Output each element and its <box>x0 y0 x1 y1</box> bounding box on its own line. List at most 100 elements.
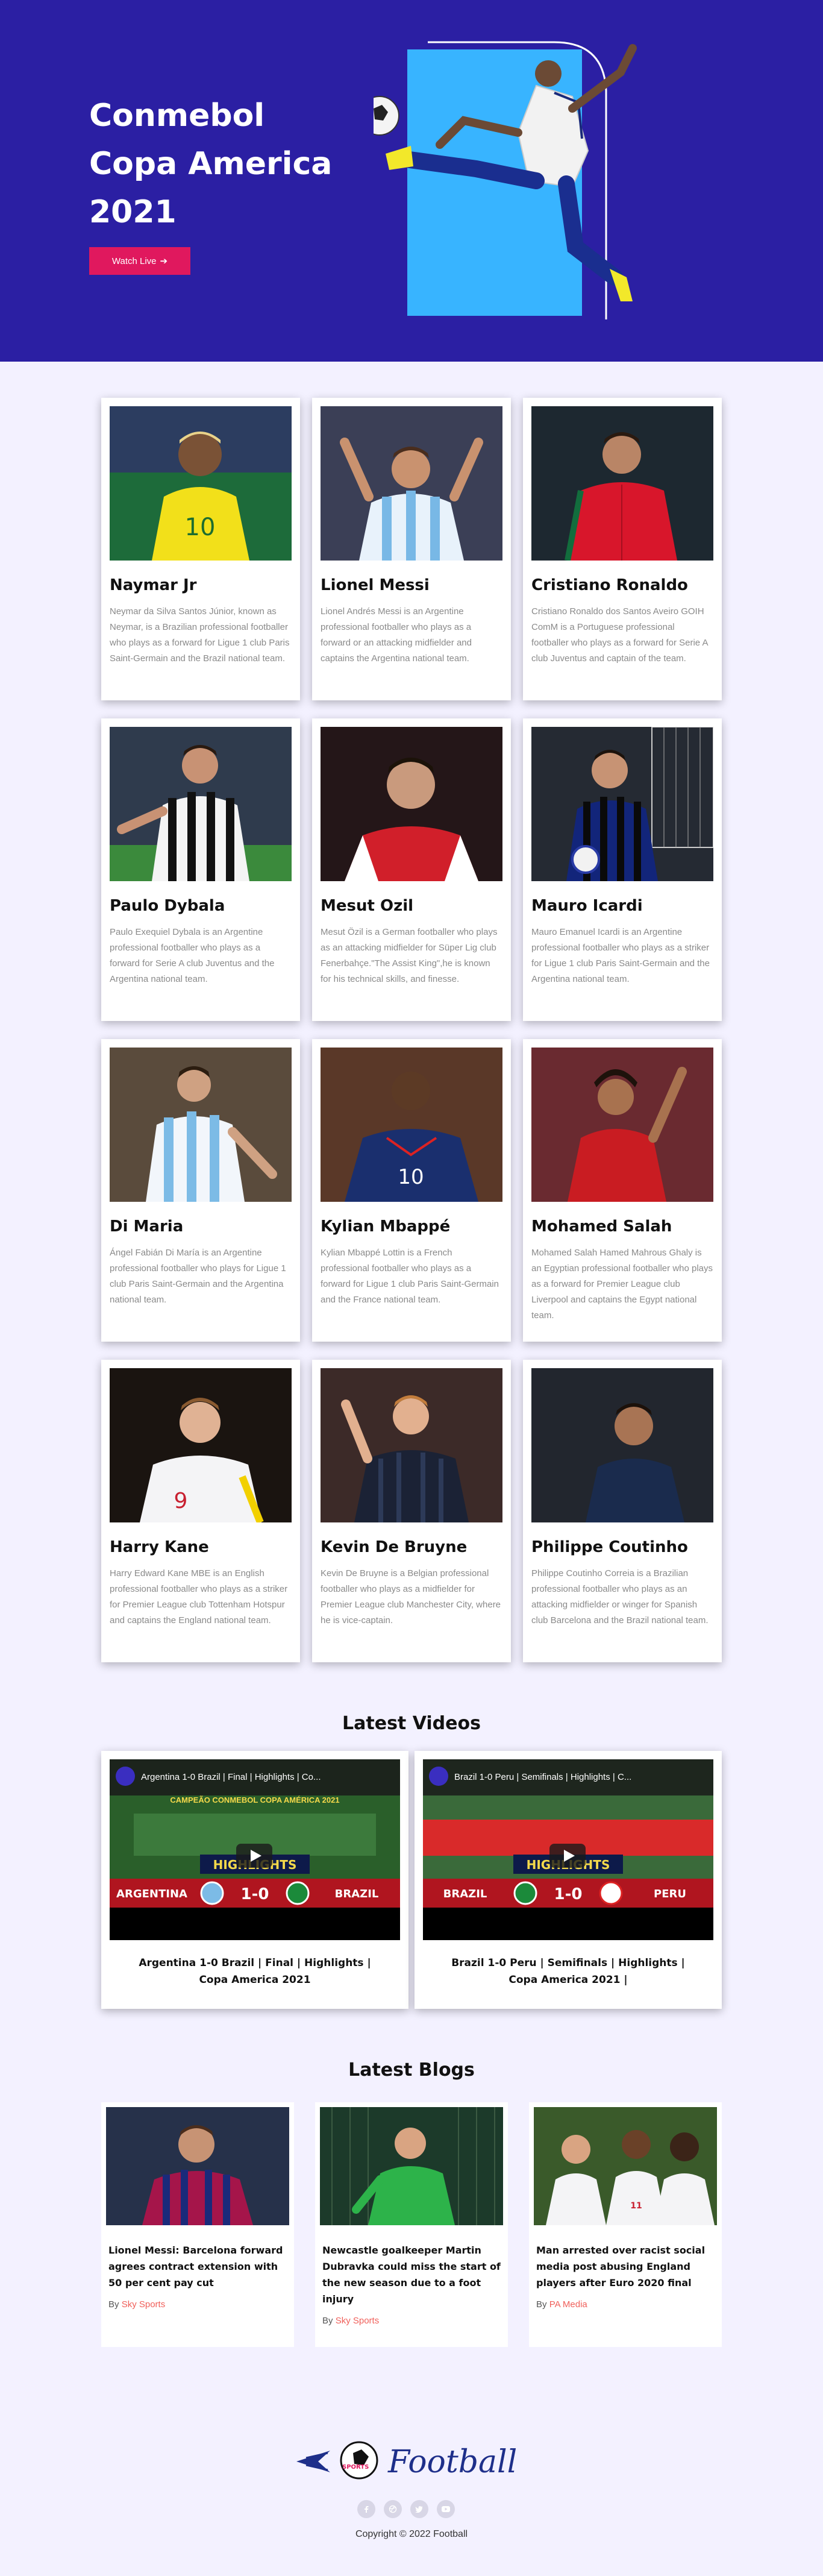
player-card[interactable]: Lionel Messi Lionel Andrés Messi is an A… <box>312 398 511 700</box>
player-card[interactable]: Philippe Coutinho Philippe Coutinho Corr… <box>523 1360 722 1662</box>
player-name: Philippe Coutinho <box>531 1538 688 1556</box>
blogs-grid: Lionel Messi: Barcelona forward agrees c… <box>101 2102 722 2347</box>
blog-by-label: By <box>536 2299 547 2310</box>
player-description: Kylian Mbappé Lottin is a French profess… <box>321 1248 499 1305</box>
social-links <box>357 2500 455 2518</box>
dribbble-icon[interactable] <box>384 2500 402 2518</box>
player-photo <box>531 1368 713 1522</box>
player-photo <box>321 727 502 881</box>
youtube-icon[interactable] <box>437 2500 455 2518</box>
videos-grid: Argentina 1-0 Brazil | Final | Highlight… <box>101 1751 722 2009</box>
video-thumbnail[interactable]: Brazil 1-0 Peru | Semifinals | Highlight… <box>423 1759 713 1940</box>
hero-title-line: Conmebol <box>89 98 265 134</box>
player-card[interactable]: 9 Harry Kane Harry Edward Kane MBE is an… <box>101 1360 300 1662</box>
svg-text:10: 10 <box>185 514 216 541</box>
hero-player-illustration <box>374 41 637 319</box>
blog-title[interactable]: Newcastle goalkeeper Martin Dubravka cou… <box>320 2242 503 2307</box>
player-card[interactable]: Di Maria Ángel Fabián Di María is an Arg… <box>101 1039 300 1342</box>
blog-meta: By Sky Sports <box>106 2299 289 2310</box>
player-description: Mohamed Salah Hamed Mahrous Ghaly is an … <box>531 1248 713 1321</box>
player-description: Lionel Andrés Messi is an Argentine prof… <box>321 606 472 664</box>
player-name: Paulo Dybala <box>110 897 225 915</box>
blog-title[interactable]: Lionel Messi: Barcelona forward agrees c… <box>106 2242 289 2291</box>
blog-by-label: By <box>322 2316 333 2326</box>
player-description: Kevin De Bruyne is a Belgian professiona… <box>321 1568 501 1626</box>
blog-card[interactable]: Newcastle goalkeeper Martin Dubravka cou… <box>315 2102 508 2347</box>
arrow-right-icon: ➔ <box>160 256 168 266</box>
player-description: Neymar da Silva Santos Júnior, known as … <box>110 606 290 664</box>
player-card[interactable]: Cristiano Ronaldo Cristiano Ronaldo dos … <box>523 398 722 700</box>
player-photo <box>321 1368 502 1522</box>
player-photo <box>321 406 502 561</box>
player-description: Harry Edward Kane MBE is an English prof… <box>110 1568 288 1626</box>
video-thumb-banner: CAMPEÃO CONMEBOL COPA AMÉRICA 2021 <box>170 1795 339 1805</box>
blog-card[interactable]: Lionel Messi: Barcelona forward agrees c… <box>101 2102 294 2347</box>
player-card[interactable]: 10 Kylian Mbappé Kylian Mbappé Lottin is… <box>312 1039 511 1342</box>
player-name: Di Maria <box>110 1217 184 1236</box>
video-team-right: BRAZIL <box>335 1888 379 1900</box>
blog-card[interactable]: 11 Man arrested over racist social media… <box>529 2102 722 2347</box>
blog-title[interactable]: Man arrested over racist social media po… <box>534 2242 717 2291</box>
latest-videos-heading: Latest Videos <box>342 1713 481 1734</box>
player-card[interactable]: Mohamed Salah Mohamed Salah Hamed Mahrou… <box>523 1039 722 1342</box>
player-photo: 10 <box>321 1048 502 1202</box>
hero-banner: Conmebol Copa America 2021 Watch Live ➔ <box>0 0 823 362</box>
video-title[interactable]: Brazil 1-0 Peru | Semifinals | Highlight… <box>423 1955 713 1988</box>
players-grid: 10 Naymar Jr Neymar da Silva Santos Júni… <box>101 398 722 1662</box>
player-card[interactable]: Mesut Ozil Mesut Özil is a German footba… <box>312 718 511 1021</box>
footer: SPORTS Football Copyright © 2022 Footbal… <box>0 2437 823 2576</box>
copyright-text: Copyright © 2022 Football <box>355 2529 468 2539</box>
hero-title-line: Copa America <box>89 146 333 182</box>
video-team-right: PERU <box>654 1888 686 1900</box>
blog-by-label: By <box>108 2299 119 2310</box>
watch-live-label: Watch Live <box>111 256 157 266</box>
site-logo[interactable]: SPORTS Football <box>294 2437 535 2486</box>
blog-source-link[interactable]: PA Media <box>549 2299 587 2310</box>
video-thumbnail[interactable]: Argentina 1-0 Brazil | Final | Highlight… <box>110 1759 400 1940</box>
video-team-left: BRAZIL <box>443 1888 487 1900</box>
player-photo <box>110 727 292 881</box>
blog-source-link[interactable]: Sky Sports <box>122 2299 166 2310</box>
svg-text:9: 9 <box>174 1489 188 1513</box>
player-name: Mohamed Salah <box>531 1217 672 1236</box>
video-team-left: ARGENTINA <box>116 1888 187 1900</box>
player-card[interactable]: Paulo Dybala Paulo Exequiel Dybala is an… <box>101 718 300 1021</box>
blog-meta: By Sky Sports <box>320 2316 503 2326</box>
video-thumb-title: Brazil 1-0 Peru | Semifinals | Highlight… <box>454 1772 631 1782</box>
logo-text: Football <box>387 2444 517 2480</box>
blog-photo <box>320 2107 503 2225</box>
facebook-icon[interactable] <box>357 2500 375 2518</box>
player-card[interactable]: Mauro Icardi Mauro Emanuel Icardi is an … <box>523 718 722 1021</box>
blog-photo <box>106 2107 289 2225</box>
player-name: Cristiano Ronaldo <box>531 576 688 594</box>
player-name: Naymar Jr <box>110 576 197 594</box>
blog-source-link[interactable]: Sky Sports <box>336 2316 380 2326</box>
player-name: Kylian Mbappé <box>321 1217 451 1236</box>
latest-blogs-heading: Latest Blogs <box>348 2059 475 2081</box>
video-card[interactable]: Brazil 1-0 Peru | Semifinals | Highlight… <box>415 1751 722 2009</box>
player-description: Cristiano Ronaldo dos Santos Aveiro GOIH… <box>531 606 708 664</box>
player-description: Ángel Fabián Di María is an Argentine pr… <box>110 1248 286 1305</box>
player-description: Mesut Özil is a German footballer who pl… <box>321 927 498 984</box>
player-name: Mesut Ozil <box>321 897 414 915</box>
video-score: 1-0 <box>554 1885 583 1903</box>
video-title[interactable]: Argentina 1-0 Brazil | Final | Highlight… <box>110 1955 400 1988</box>
player-card[interactable]: 10 Naymar Jr Neymar da Silva Santos Júni… <box>101 398 300 700</box>
player-photo: 9 <box>110 1368 292 1522</box>
watch-live-button[interactable]: Watch Live ➔ <box>89 247 190 275</box>
svg-text:11: 11 <box>630 2201 642 2211</box>
player-name: Harry Kane <box>110 1538 209 1556</box>
twitter-icon[interactable] <box>410 2500 428 2518</box>
player-card[interactable]: Kevin De Bruyne Kevin De Bruyne is a Bel… <box>312 1360 511 1662</box>
player-name: Lionel Messi <box>321 576 430 594</box>
player-photo <box>531 406 713 561</box>
hero-title-line: 2021 <box>89 194 177 230</box>
player-photo <box>531 1048 713 1202</box>
blog-photo: 11 <box>534 2107 717 2225</box>
player-photo: 10 <box>110 406 292 561</box>
player-description: Paulo Exequiel Dybala is an Argentine pr… <box>110 927 275 984</box>
player-photo <box>110 1048 292 1202</box>
hero-title: Conmebol Copa America 2021 <box>89 92 378 236</box>
player-photo <box>531 727 713 881</box>
video-card[interactable]: Argentina 1-0 Brazil | Final | Highlight… <box>101 1751 408 2009</box>
